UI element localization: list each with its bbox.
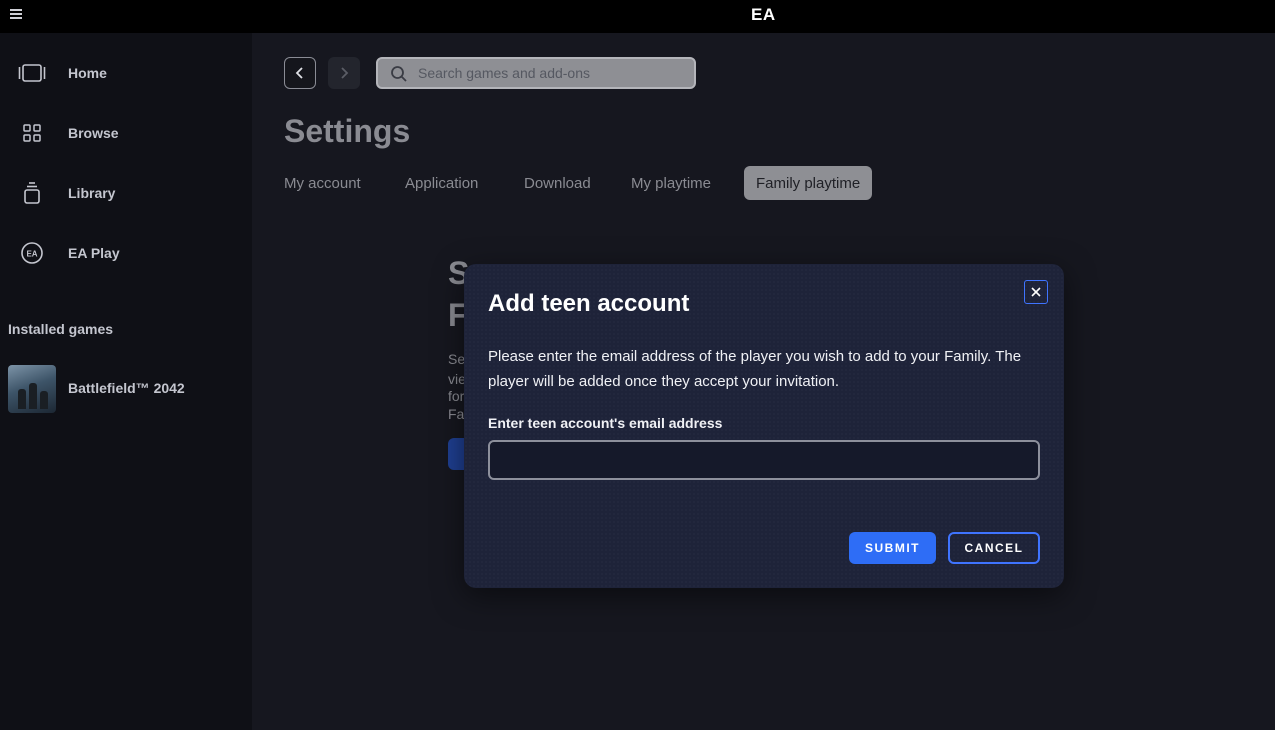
page-title: Settings <box>284 113 411 149</box>
title-bar: EA <box>0 0 1275 33</box>
background-text: Fa <box>448 406 465 422</box>
chevron-right-icon <box>341 67 349 79</box>
email-field[interactable] <box>488 440 1040 480</box>
grid-icon <box>18 119 46 147</box>
back-button[interactable] <box>284 57 316 89</box>
ea-play-icon: EA <box>18 239 46 267</box>
sidebar-item-browse[interactable]: Browse <box>0 111 252 155</box>
game-thumbnail <box>8 365 56 413</box>
sidebar-item-label: Library <box>68 185 116 201</box>
installed-games-title: Installed games <box>8 321 114 337</box>
sidebar-item-ea-play[interactable]: EA EA Play <box>0 231 252 275</box>
dialog-description: Please enter the email address of the pl… <box>488 348 1022 390</box>
tab-download[interactable]: Download <box>512 166 603 200</box>
add-teen-account-dialog: Add teen account Please enter the email … <box>464 264 1064 588</box>
tab-family-playtime[interactable]: Family playtime <box>744 166 873 200</box>
tab-application[interactable]: Application <box>393 166 490 200</box>
sidebar: Home Browse Library EA EA Play Installed… <box>0 33 252 730</box>
tab-my-account[interactable]: My account <box>272 166 373 200</box>
search-box[interactable] <box>376 57 696 89</box>
app-logo: EA <box>751 5 776 24</box>
cancel-button[interactable]: CANCEL <box>948 532 1040 564</box>
background-text: Se <box>448 351 466 367</box>
tab-my-playtime[interactable]: My playtime <box>619 166 723 200</box>
search-input[interactable] <box>418 63 688 83</box>
background-text: for <box>448 388 465 404</box>
dialog-title: Add teen account <box>488 290 690 317</box>
game-title: Battlefield™ 2042 <box>68 380 185 396</box>
library-icon <box>18 179 46 207</box>
search-icon <box>391 66 407 82</box>
home-icon <box>18 59 46 87</box>
chevron-left-icon <box>295 67 303 79</box>
forward-button[interactable] <box>328 57 360 89</box>
sidebar-item-library[interactable]: Library <box>0 171 252 215</box>
sidebar-item-label: EA Play <box>68 245 120 261</box>
svg-text:EA: EA <box>26 250 37 259</box>
submit-button[interactable]: SUBMIT <box>849 532 936 564</box>
email-field-label: Enter teen account's email address <box>488 415 723 431</box>
hamburger-menu-icon[interactable] <box>10 8 24 20</box>
sidebar-item-home[interactable]: Home <box>0 51 252 95</box>
close-button[interactable] <box>1024 280 1048 304</box>
sidebar-item-label: Home <box>68 65 107 81</box>
installed-game-item[interactable]: Battlefield™ 2042 <box>0 363 252 415</box>
sidebar-item-label: Browse <box>68 125 119 141</box>
close-icon <box>1031 287 1041 297</box>
